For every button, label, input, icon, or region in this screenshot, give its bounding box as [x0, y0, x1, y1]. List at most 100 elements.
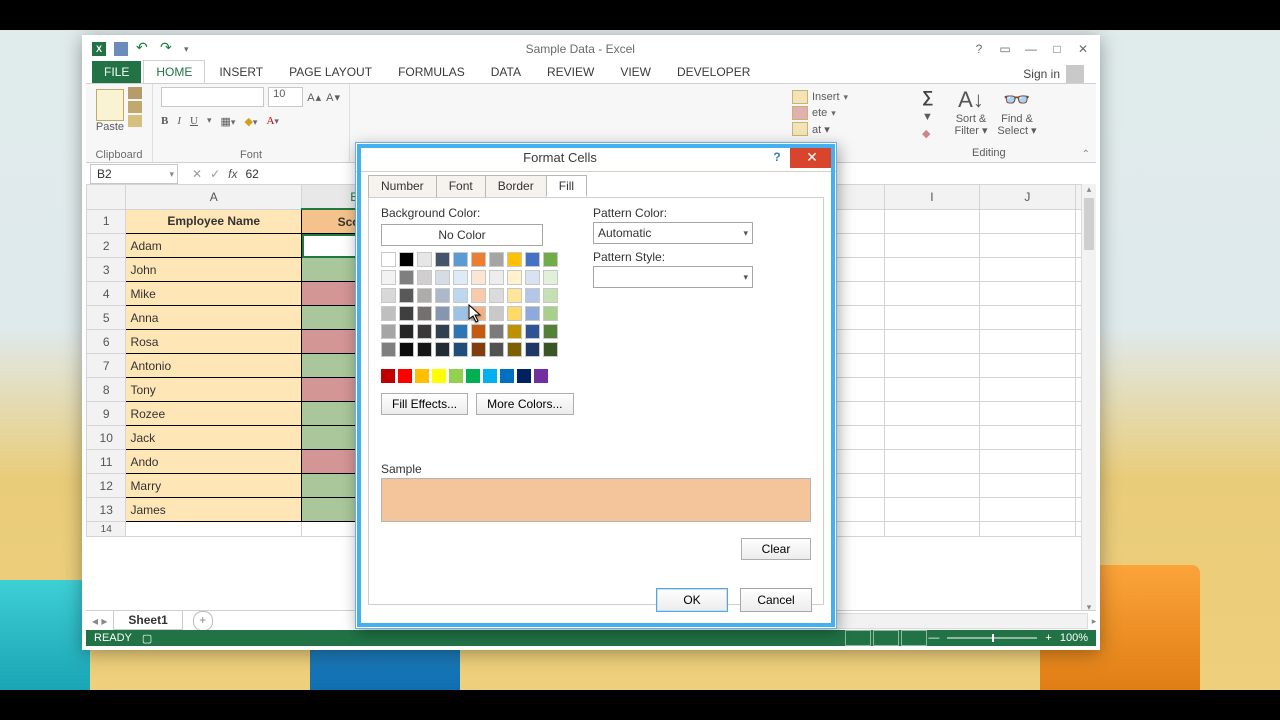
name-box[interactable]: B2▾ — [90, 164, 178, 184]
color-swatch[interactable] — [507, 306, 522, 321]
select-all-corner[interactable] — [87, 185, 126, 210]
cell-A5[interactable]: Anna — [126, 306, 302, 330]
cell-A7[interactable]: Antonio — [126, 354, 302, 378]
format-painter-icon[interactable] — [128, 115, 142, 127]
color-swatch[interactable] — [489, 342, 504, 357]
row-header-5[interactable]: 5 — [87, 306, 126, 330]
color-swatch[interactable] — [453, 252, 468, 267]
color-swatch[interactable] — [525, 270, 540, 285]
cell-A1[interactable]: Employee Name — [126, 209, 302, 234]
dialog-tab-number[interactable]: Number — [368, 175, 437, 197]
vertical-scrollbar[interactable]: ▴▾ — [1081, 184, 1096, 616]
color-swatch[interactable] — [543, 306, 558, 321]
ribbon-display-icon[interactable]: ▭ — [998, 42, 1012, 56]
fx-icon[interactable]: fx — [228, 167, 237, 181]
color-swatch[interactable] — [525, 324, 540, 339]
color-swatch[interactable] — [471, 288, 486, 303]
color-swatch[interactable] — [399, 324, 414, 339]
color-swatch[interactable] — [453, 306, 468, 321]
cell-A6[interactable]: Rosa — [126, 330, 302, 354]
color-swatch[interactable] — [471, 324, 486, 339]
color-swatch[interactable] — [417, 288, 432, 303]
cell-A8[interactable]: Tony — [126, 378, 302, 402]
color-swatch[interactable] — [453, 342, 468, 357]
macro-record-icon[interactable]: ▢ — [142, 632, 152, 645]
maximize-icon[interactable]: □ — [1050, 42, 1064, 56]
bold-button[interactable]: B — [161, 115, 168, 128]
standard-color-swatch[interactable] — [415, 369, 429, 383]
color-swatch[interactable] — [471, 252, 486, 267]
row-header-11[interactable]: 11 — [87, 450, 126, 474]
sheet-tab-sheet1[interactable]: Sheet1 — [113, 611, 182, 630]
tab-insert[interactable]: INSERT — [207, 61, 275, 83]
color-swatch[interactable] — [417, 342, 432, 357]
row-header-8[interactable]: 8 — [87, 378, 126, 402]
tab-formulas[interactable]: FORMULAS — [386, 61, 477, 83]
zoom-level[interactable]: 100% — [1060, 632, 1088, 644]
tab-data[interactable]: DATA — [479, 61, 533, 83]
dialog-tab-fill[interactable]: Fill — [546, 175, 587, 197]
shrink-font-icon[interactable]: A▾ — [326, 91, 341, 104]
color-swatch[interactable] — [543, 288, 558, 303]
fill-down-icon[interactable]: ▼ — [922, 111, 948, 123]
dialog-help-icon[interactable]: ? — [764, 150, 790, 164]
page-layout-view-icon[interactable] — [873, 630, 899, 646]
color-swatch[interactable] — [471, 270, 486, 285]
standard-color-swatch[interactable] — [517, 369, 531, 383]
clear-button[interactable]: Clear — [741, 538, 811, 560]
color-swatch[interactable] — [435, 288, 450, 303]
font-size-select[interactable]: 10 — [268, 87, 303, 107]
color-swatch[interactable] — [381, 252, 396, 267]
normal-view-icon[interactable] — [845, 630, 871, 646]
page-break-view-icon[interactable] — [901, 630, 927, 646]
color-swatch[interactable] — [489, 324, 504, 339]
column-header-A[interactable]: A — [126, 185, 302, 210]
color-swatch[interactable] — [525, 288, 540, 303]
paste-icon[interactable] — [96, 89, 124, 121]
fill-effects-button[interactable]: Fill Effects... — [381, 393, 468, 415]
clear-icon[interactable]: ◆ — [922, 127, 948, 140]
row-header-1[interactable]: 1 — [87, 209, 126, 234]
color-swatch[interactable] — [381, 270, 396, 285]
color-swatch[interactable] — [435, 252, 450, 267]
color-swatch[interactable] — [489, 252, 504, 267]
color-swatch[interactable] — [435, 324, 450, 339]
dialog-close-icon[interactable]: ✕ — [790, 146, 834, 168]
color-swatch[interactable] — [417, 324, 432, 339]
color-swatch[interactable] — [507, 324, 522, 339]
row-header-14[interactable]: 14 — [87, 522, 126, 537]
italic-button[interactable]: I — [177, 115, 181, 128]
color-swatch[interactable] — [453, 270, 468, 285]
color-swatch[interactable] — [507, 288, 522, 303]
standard-color-swatch[interactable] — [381, 369, 395, 383]
color-swatch[interactable] — [399, 288, 414, 303]
tab-home[interactable]: HOME — [143, 60, 205, 83]
row-header-10[interactable]: 10 — [87, 426, 126, 450]
cut-icon[interactable] — [128, 87, 142, 99]
new-sheet-button[interactable]: + — [193, 611, 213, 631]
standard-color-swatch[interactable] — [449, 369, 463, 383]
tab-review[interactable]: REVIEW — [535, 61, 606, 83]
color-swatch[interactable] — [453, 324, 468, 339]
cell-A2[interactable]: Adam — [126, 234, 302, 258]
standard-color-swatch[interactable] — [483, 369, 497, 383]
more-colors-button[interactable]: More Colors... — [476, 393, 573, 415]
color-swatch[interactable] — [435, 270, 450, 285]
copy-icon[interactable] — [128, 101, 142, 113]
standard-color-swatch[interactable] — [432, 369, 446, 383]
cell-A4[interactable]: Mike — [126, 282, 302, 306]
row-header-3[interactable]: 3 — [87, 258, 126, 282]
zoom-in-icon[interactable]: + — [1045, 632, 1051, 644]
row-header-4[interactable]: 4 — [87, 282, 126, 306]
border-button[interactable]: ▦▾ — [221, 115, 236, 128]
row-header-7[interactable]: 7 — [87, 354, 126, 378]
standard-color-swatch[interactable] — [398, 369, 412, 383]
color-swatch[interactable] — [525, 342, 540, 357]
color-swatch[interactable] — [381, 288, 396, 303]
row-header-6[interactable]: 6 — [87, 330, 126, 354]
tab-file[interactable]: FILE — [92, 61, 141, 83]
color-swatch[interactable] — [471, 342, 486, 357]
zoom-slider[interactable] — [947, 637, 1037, 639]
color-swatch[interactable] — [489, 306, 504, 321]
color-swatch[interactable] — [489, 270, 504, 285]
